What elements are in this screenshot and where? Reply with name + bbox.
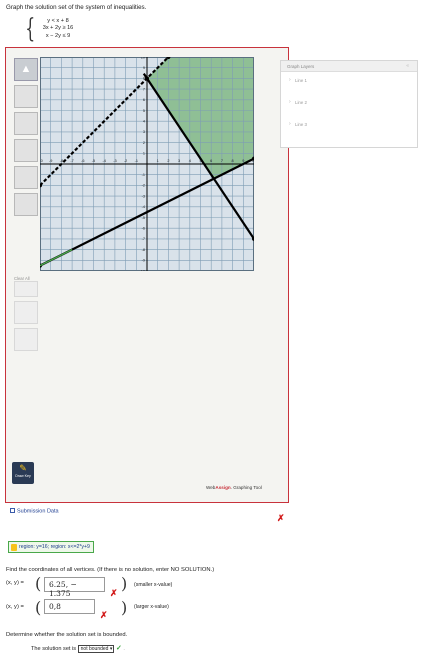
bounded-select[interactable]: not bounded ▾ xyxy=(77,645,115,653)
delete-button[interactable] xyxy=(14,301,38,324)
fill-tool-button[interactable] xyxy=(14,193,38,216)
answer-1-note: (smaller x-value) xyxy=(134,582,173,588)
x-tick-label: 4 xyxy=(189,159,191,163)
x-tick-label: -5 xyxy=(92,159,95,163)
layer-visibility-icon[interactable]: › xyxy=(289,99,291,105)
y-tick-label: -6 xyxy=(142,227,145,231)
line-point xyxy=(145,76,149,81)
y-tick-label: -3 xyxy=(142,194,145,198)
answer-2-note: (larger x-value) xyxy=(134,604,169,610)
y-tick-label: 3 xyxy=(143,130,145,134)
open-paren: ( xyxy=(35,574,42,593)
x-tick-label: -8 xyxy=(60,159,63,163)
region-answer-display: region: y=16; region: x<=2*y+9 xyxy=(8,541,94,553)
graph-toolbar: ▲ Clear All xyxy=(12,58,40,355)
y-tick-label: 7 xyxy=(143,87,145,91)
correct-check-icon: ✓ xyxy=(115,645,122,652)
y-tick-label: -9 xyxy=(142,259,145,263)
layers-title: Graph Layers xyxy=(287,64,315,69)
layer-label: Line 1 xyxy=(295,78,307,83)
graph-incorrect-icon: ✗ xyxy=(277,513,285,523)
x-tick-label: 7 xyxy=(221,159,223,163)
x-tick-label: -10 xyxy=(40,159,43,163)
y-tick-label: -10 xyxy=(140,269,146,271)
y-tick-label: 6 xyxy=(143,98,145,102)
y-tick-label: 5 xyxy=(143,109,145,113)
webassign-brand: WebAssign. Graphing Tool xyxy=(206,485,262,490)
line-tool-button[interactable] xyxy=(14,85,38,108)
layers-header: Graph Layers « xyxy=(281,61,417,72)
layer-visibility-icon[interactable]: › xyxy=(289,77,291,83)
clear-all-button[interactable] xyxy=(14,281,38,297)
find-vertices-text: Find the coordinates of all vertices. (I… xyxy=(6,567,215,573)
x-tick-label: 1 xyxy=(157,159,159,163)
y-tick-label: -2 xyxy=(142,184,145,188)
inequality-system: y < x + 8 3x + 2y ≥ 16 x − 2y ≤ 9 xyxy=(28,18,88,40)
x-tick-label: -7 xyxy=(70,159,73,163)
layer-item-line-2[interactable]: › Line 2 xyxy=(281,94,417,116)
x-tick-label: -9 xyxy=(49,159,52,163)
submission-data-label: Submission Data xyxy=(17,508,59,515)
open-paren: ( xyxy=(35,598,42,617)
inequality-3: x − 2y ≤ 9 xyxy=(45,32,71,39)
expand-icon xyxy=(10,508,15,513)
draw-key-label: Draw Key xyxy=(15,474,31,478)
collapse-layers-icon[interactable]: « xyxy=(406,63,409,69)
x-tick-label: 8 xyxy=(232,159,234,163)
layer-item-line-3[interactable]: › Line 3 xyxy=(281,116,417,138)
layer-item-line-1[interactable]: › Line 1 xyxy=(281,72,417,94)
point-tool-button[interactable] xyxy=(14,166,38,189)
x-tick-label: 3 xyxy=(178,159,180,163)
coordinate-graph[interactable]: -10-9-8-7-6-5-4-3-2-11234567891010987654… xyxy=(40,57,254,271)
y-tick-label: 8 xyxy=(143,77,145,81)
close-paren: ) xyxy=(121,574,128,593)
pencil-icon: ✎ xyxy=(19,463,27,473)
x-tick-label: -2 xyxy=(124,159,127,163)
graph-layers-panel: Graph Layers « › Line 1 › Line 2 › Line … xyxy=(280,60,418,148)
region-text: region: y=16; region: x<=2*y+9 xyxy=(19,544,90,550)
answer-1-label: (x, y) = xyxy=(6,580,24,586)
vertex-2-input[interactable]: 0,8 xyxy=(44,599,95,614)
answer-1-incorrect-icon: ✗ xyxy=(110,588,118,598)
y-tick-label: -5 xyxy=(142,216,145,220)
pointer-icon: ▲ xyxy=(20,63,32,75)
edit-icon xyxy=(11,544,17,551)
solution-set-row: The solution set is not bounded ▾ ✓ . xyxy=(31,645,125,653)
y-tick-label: -4 xyxy=(142,205,145,209)
inequality-2: 3x + 2y ≥ 16 xyxy=(42,25,74,32)
x-tick-label: -1 xyxy=(135,159,138,163)
x-tick-label: 6 xyxy=(210,159,212,163)
layer-label: Line 2 xyxy=(295,100,307,105)
x-tick-label: -3 xyxy=(113,159,116,163)
fill-bucket-button[interactable] xyxy=(14,328,38,351)
x-tick-label: -6 xyxy=(81,159,84,163)
y-tick-label: -1 xyxy=(142,173,145,177)
instruction-text: Graph the solution set of the system of … xyxy=(6,4,147,11)
vertex-1-input[interactable]: 6.25, − 1.375 xyxy=(44,577,105,598)
segment-tool-button[interactable] xyxy=(14,139,38,162)
layer-visibility-icon[interactable]: › xyxy=(289,121,291,127)
pointer-tool-button[interactable]: ▲ xyxy=(14,58,38,81)
ray-tool-button[interactable] xyxy=(14,112,38,135)
answer-2-label: (x, y) = xyxy=(6,604,24,610)
y-tick-label: 4 xyxy=(143,120,145,124)
layer-label: Line 3 xyxy=(295,122,307,127)
solution-set-label: The solution set is xyxy=(31,646,77,652)
submission-data-toggle[interactable]: Submission Data xyxy=(10,508,59,515)
inequality-1: y < x + 8 xyxy=(47,18,69,24)
draw-key-button[interactable]: ✎ Draw Key xyxy=(12,462,34,484)
y-tick-label: 2 xyxy=(143,141,145,145)
close-paren: ) xyxy=(121,598,128,617)
y-tick-label: 1 xyxy=(143,152,145,156)
answer-2-incorrect-icon: ✗ xyxy=(100,610,108,620)
x-tick-label: 2 xyxy=(167,159,169,163)
y-tick-label: -7 xyxy=(142,237,145,241)
y-tick-label: -8 xyxy=(142,248,145,252)
y-tick-label: 9 xyxy=(143,66,145,70)
chevron-down-icon: ▾ xyxy=(109,646,113,652)
y-tick-label: 10 xyxy=(141,57,145,59)
determine-bounded-text: Determine whether the solution set is bo… xyxy=(6,632,128,638)
x-tick-label: -4 xyxy=(103,159,106,163)
